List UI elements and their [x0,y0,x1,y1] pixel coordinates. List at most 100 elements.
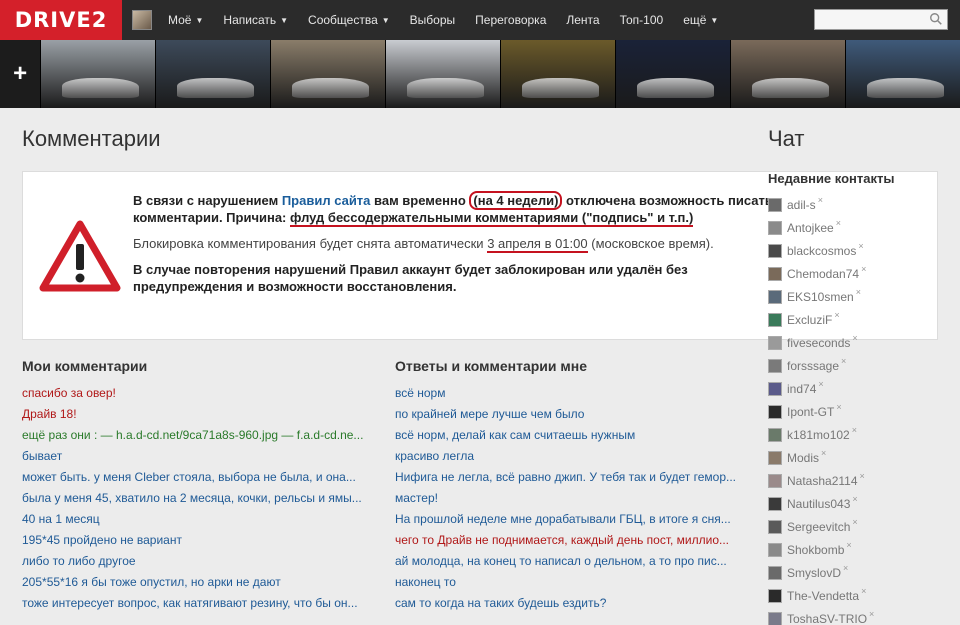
contact-item[interactable]: forsssage × [768,354,874,377]
remove-contact-icon[interactable]: × [852,494,857,504]
car-thumbnail[interactable] [845,40,960,108]
contact-item[interactable]: Ipont-GT × [768,400,874,423]
nav-item[interactable]: Сообщества ▼ [298,0,400,41]
car-thumbnail[interactable] [385,40,501,108]
contact-name[interactable]: The-Vendetta [787,589,859,603]
contact-name[interactable]: blackcosmos [787,244,856,258]
contact-item[interactable]: Shokbomb × [768,538,874,561]
remove-contact-icon[interactable]: × [858,241,863,251]
nav-item[interactable]: Переговорка [465,0,556,40]
contact-item[interactable]: fiveseconds × [768,331,874,354]
contact-name[interactable]: ToshaSV-TRIO [787,612,867,625]
contact-item[interactable]: Chemodan74 × [768,262,874,285]
contact-avatar[interactable] [768,404,782,419]
nav-item[interactable]: ещё ▼ [673,0,728,41]
remove-contact-icon[interactable]: × [852,517,857,527]
contact-item[interactable]: ToshaSV-TRIO × [768,607,874,625]
remove-contact-icon[interactable]: × [852,333,857,343]
comment-link[interactable]: Драйв 18! [22,404,377,425]
remove-contact-icon[interactable]: × [841,356,846,366]
contact-name[interactable]: fiveseconds [787,336,850,350]
contact-avatar[interactable] [768,358,782,373]
contact-name[interactable]: k181mo102 [787,428,850,442]
remove-contact-icon[interactable]: × [843,563,848,573]
contact-item[interactable]: ind74 × [768,377,874,400]
contact-name[interactable]: Modis [787,451,819,465]
comment-link[interactable]: На прошлой неделе мне дорабатывали ГБЦ, … [395,509,740,530]
contact-avatar[interactable] [768,220,782,235]
contact-avatar[interactable] [768,427,782,442]
site-rules-link[interactable]: Правил сайта [282,193,371,208]
nav-item[interactable]: Написать ▼ [213,0,298,41]
comment-link[interactable]: ай молодца, на конец то написал о дельно… [395,551,740,572]
comment-link[interactable]: всё норм, делай как сам считаешь нужным [395,425,740,446]
contact-avatar[interactable] [768,565,782,580]
contact-item[interactable]: The-Vendetta × [768,584,874,607]
comment-link[interactable]: была у меня 45, хватило на 2 месяца, коч… [22,488,377,509]
contact-avatar[interactable] [768,335,782,350]
contact-avatar[interactable] [768,473,782,488]
comment-link[interactable]: по крайней мере лучше чем было [395,404,740,425]
contact-name[interactable]: Natasha2114 [787,474,858,488]
car-thumbnail[interactable] [270,40,386,108]
contact-item[interactable]: ExcluziF × [768,308,874,331]
remove-contact-icon[interactable]: × [834,310,839,320]
remove-contact-icon[interactable]: × [869,609,874,619]
remove-contact-icon[interactable]: × [856,287,861,297]
contact-name[interactable]: adil-s [787,198,816,212]
comment-link[interactable]: наконец то [395,572,740,593]
remove-contact-icon[interactable]: × [821,448,826,458]
car-thumbnail[interactable] [730,40,846,108]
remove-contact-icon[interactable]: × [860,471,865,481]
car-thumbnail[interactable] [500,40,616,108]
contact-name[interactable]: EKS10smen [787,290,854,304]
comment-link[interactable]: красиво легла [395,446,740,467]
comment-link[interactable]: мастер! [395,488,740,509]
contact-avatar[interactable] [768,588,782,603]
remove-contact-icon[interactable]: × [818,195,823,205]
remove-contact-icon[interactable]: × [861,586,866,596]
comment-link[interactable]: бывает [22,446,377,467]
comment-link[interactable]: спасибо за овер! [22,383,377,404]
nav-item[interactable]: Выборы [400,0,465,40]
contact-avatar[interactable] [768,542,782,557]
remove-contact-icon[interactable]: × [861,264,866,274]
contact-avatar[interactable] [768,496,782,511]
comment-link[interactable]: 40 на 1 месяц [22,509,377,530]
contact-avatar[interactable] [768,243,782,258]
comment-link[interactable]: либо то либо другое [22,551,377,572]
remove-contact-icon[interactable]: × [836,402,841,412]
contact-item[interactable]: Sergeevitch × [768,515,874,538]
remove-contact-icon[interactable]: × [818,379,823,389]
contact-avatar[interactable] [768,197,782,212]
contact-name[interactable]: ExcluziF [787,313,832,327]
contact-name[interactable]: Shokbomb [787,543,844,557]
contact-item[interactable]: adil-s × [768,193,874,216]
contact-name[interactable]: ind74 [787,382,816,396]
contact-avatar[interactable] [768,519,782,534]
comment-link[interactable]: может быть. у меня Cleber стояла, выбора… [22,467,377,488]
contact-avatar[interactable] [768,266,782,281]
comment-link[interactable]: сам то когда на таких будешь ездить? [395,593,740,614]
contact-name[interactable]: Sergeevitch [787,520,850,534]
contact-item[interactable]: k181mo102 × [768,423,874,446]
contact-item[interactable]: Natasha2114 × [768,469,874,492]
contact-item[interactable]: EKS10smen × [768,285,874,308]
contact-name[interactable]: Chemodan74 [787,267,859,281]
search-input[interactable] [814,9,948,30]
car-thumbnail[interactable] [40,40,156,108]
contact-name[interactable]: SmyslovD [787,566,841,580]
comment-link[interactable]: тоже интересует вопрос, как натягивают р… [22,593,377,614]
comment-link[interactable]: ещё раз они : — h.a.d-cd.net/9ca71a8s-96… [22,425,377,446]
contact-name[interactable]: Nautilus043 [787,497,850,511]
remove-contact-icon[interactable]: × [836,218,841,228]
car-thumbnail[interactable] [615,40,731,108]
contact-name[interactable]: forsssage [787,359,839,373]
search-icon[interactable] [929,12,943,26]
contact-item[interactable]: Nautilus043 × [768,492,874,515]
nav-item[interactable]: Лента [556,0,609,40]
contact-item[interactable]: blackcosmos × [768,239,874,262]
nav-item[interactable]: Топ-100 [610,0,674,40]
comment-link[interactable]: Нифига не легла, всё равно джип. У тебя … [395,467,740,488]
user-avatar[interactable] [132,10,152,30]
